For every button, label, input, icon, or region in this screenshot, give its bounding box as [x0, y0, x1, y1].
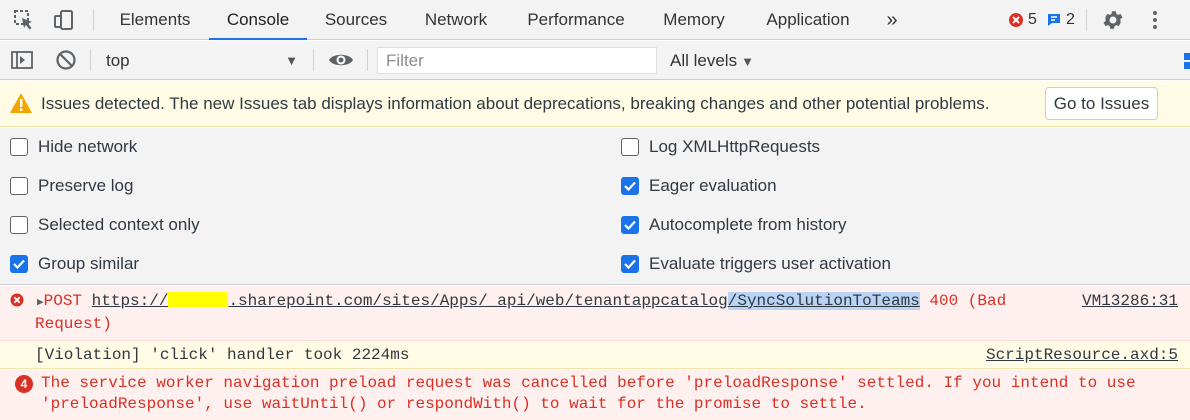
violation-text: [Violation] 'click' handler took 2224ms	[35, 346, 410, 364]
error-count[interactable]: 5	[1028, 9, 1037, 31]
message-count-icon	[1046, 12, 1062, 28]
log-levels-dropdown[interactable]: All levels ▼	[670, 47, 754, 74]
message-count[interactable]: 2	[1066, 9, 1075, 31]
response-status: 400 (Bad	[929, 292, 1007, 310]
eager-evaluation-checkbox[interactable]	[621, 177, 639, 195]
tab-memory[interactable]: Memory	[650, 0, 738, 40]
request-method: POST	[43, 292, 83, 310]
issues-banner-text: Issues detected. The new Issues tab disp…	[41, 94, 990, 113]
console-settings-pane: Hide network Preserve log Selected conte…	[0, 128, 1190, 285]
source-link[interactable]: VM13286:31	[1082, 292, 1178, 310]
settings-gear-icon[interactable]	[1101, 8, 1125, 32]
setting-label: Eager evaluation	[649, 176, 777, 195]
inspect-element-icon[interactable]	[12, 8, 36, 32]
device-toolbar-icon[interactable]	[52, 8, 76, 32]
console-toolbar: top ▼ All levels▼	[0, 41, 1190, 80]
show-sidebar-icon[interactable]	[10, 48, 34, 72]
settings-pane-handle-icon[interactable]	[1182, 51, 1190, 71]
group-similar-checkbox[interactable]	[10, 255, 28, 273]
error-count-icon	[1008, 12, 1024, 28]
log-xmlhttprequests-checkbox[interactable]	[621, 138, 639, 156]
toolbar-divider	[90, 49, 91, 71]
expand-triangle-icon[interactable]: ▶	[37, 297, 44, 309]
evaluate-triggers-user-activation-checkbox[interactable]	[621, 255, 639, 273]
dropdown-arrow-icon: ▼	[741, 54, 754, 69]
setting-label: Autocomplete from history	[649, 215, 847, 234]
go-to-issues-button[interactable]: Go to Issues	[1045, 87, 1158, 120]
warning-triangle-icon	[9, 92, 33, 119]
redacted-block	[168, 292, 229, 307]
error-icon	[10, 293, 24, 312]
more-options-icon[interactable]	[1143, 8, 1167, 32]
tab-elements[interactable]: Elements	[105, 0, 205, 40]
preserve-log-checkbox[interactable]	[10, 177, 28, 195]
dropdown-arrow-icon: ▼	[285, 53, 298, 68]
live-expression-eye-icon[interactable]	[328, 48, 353, 72]
response-status-continued: Request)	[35, 315, 112, 333]
setting-label: Group similar	[38, 254, 140, 273]
setting-label: Selected context only	[38, 215, 200, 234]
tab-network[interactable]: Network	[410, 0, 502, 40]
tab-application[interactable]: Application	[751, 0, 865, 40]
toolbar-divider	[367, 49, 368, 71]
context-select-value: top	[106, 51, 130, 70]
log-levels-value: All levels	[670, 51, 738, 70]
devtools-tabbar: Elements Console Sources Network Perform…	[0, 0, 1190, 40]
toolbar-divider	[313, 49, 314, 71]
issues-banner: Issues detected. The new Issues tab disp…	[0, 81, 1190, 127]
setting-label: Evaluate triggers user activation	[649, 254, 891, 273]
tab-sources[interactable]: Sources	[312, 0, 400, 40]
clear-console-icon[interactable]	[54, 48, 78, 72]
setting-label: Preserve log	[38, 176, 134, 195]
setting-label: Log XMLHttpRequests	[649, 137, 821, 156]
repeat-count-badge: 4	[15, 375, 33, 393]
selected-context-only-checkbox[interactable]	[10, 216, 28, 234]
tab-console[interactable]: Console	[209, 0, 307, 40]
more-tabs-chevron-icon[interactable]: »	[878, 0, 906, 40]
context-select[interactable]: top ▼	[96, 47, 306, 74]
toolbar-divider	[1086, 9, 1087, 31]
source-link[interactable]: ScriptResource.axd:5	[986, 346, 1178, 364]
url-highlighted-segment: /SyncSolutionToTeams	[727, 292, 920, 310]
tab-performance[interactable]: Performance	[514, 0, 638, 40]
console-message-service-worker-error: 4 The service worker navigation preload …	[0, 370, 1190, 420]
autocomplete-from-history-checkbox[interactable]	[621, 216, 639, 234]
url-middle: .sharepoint.com/sites/Apps/_api/web/tena…	[228, 292, 728, 310]
service-worker-error-line2: 'preloadResponse', use waitUntil() or re…	[41, 395, 867, 413]
setting-label: Hide network	[38, 137, 138, 156]
service-worker-error-line1: The service worker navigation preload re…	[41, 374, 1136, 392]
url-start: https://	[91, 292, 169, 310]
toolbar-divider	[93, 9, 94, 31]
filter-input[interactable]	[377, 47, 657, 74]
console-message-violation: [Violation] 'click' handler took 2224ms …	[0, 342, 1190, 369]
console-message-error: ▶POST https:// .sharepoint.com/sites/Apps…	[0, 286, 1190, 341]
request-url-link[interactable]: https:// .sharepoint.com/sites/Apps/_api/…	[92, 292, 920, 310]
hide-network-checkbox[interactable]	[10, 138, 28, 156]
